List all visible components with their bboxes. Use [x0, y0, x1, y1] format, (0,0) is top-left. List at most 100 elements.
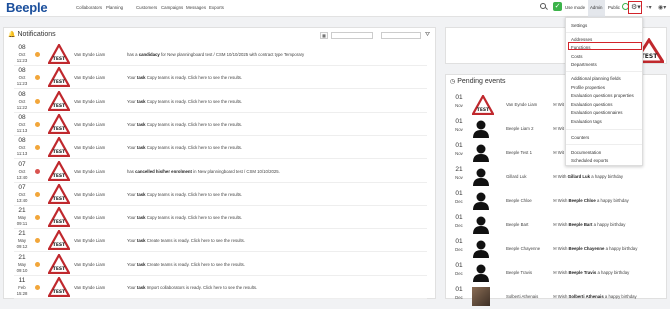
notification-message[interactable]: has cancelled his/her enrolment in New p…: [127, 169, 280, 174]
menu-item-addresses[interactable]: Addresses: [571, 37, 592, 42]
pending-message[interactable]: ✉ Wit: [553, 126, 564, 132]
notification-row[interactable]: 07 Oct 13:40 TEST Van Eynde Liam Your ta…: [4, 183, 437, 206]
notification-user[interactable]: Van Eynde Liam: [74, 75, 105, 80]
notification-message[interactable]: Your task Create teams is ready. Click h…: [127, 262, 245, 267]
notification-message[interactable]: Your task Create teams is ready. Click h…: [127, 238, 245, 243]
menu-item-evaluation-questionnaires[interactable]: Evaluation questionnaires: [571, 110, 623, 115]
menu-item-departments[interactable]: Departments: [571, 62, 597, 67]
notification-time: 09:11: [16, 221, 28, 227]
help-icon[interactable]: ◔▾: [645, 4, 652, 11]
nav-customers[interactable]: Customers: [136, 5, 157, 10]
menu-item-additional-planning-fields[interactable]: Additional planning fields: [571, 76, 621, 81]
pending-user[interactable]: Solberti Athenais: [506, 294, 538, 299]
pending-message[interactable]: ✉ Wish Beeple Bart a happy birthday: [553, 222, 625, 228]
pending-user[interactable]: Beeple Bart: [506, 222, 528, 227]
svg-text:TEST: TEST: [53, 56, 66, 62]
notification-row[interactable]: 08 Oct 11:23 TEST Van Eynde Liam has a c…: [4, 43, 437, 66]
pending-message[interactable]: ✉ Wit: [553, 150, 564, 156]
notification-user[interactable]: Van Eynde Liam: [74, 122, 105, 127]
notification-user[interactable]: Van Eynde Liam: [74, 285, 105, 290]
notification-user[interactable]: Van Eynde Liam: [74, 145, 105, 150]
pending-user[interactable]: Beeple Test 1: [506, 150, 532, 155]
public-tab[interactable]: Public: [608, 5, 620, 10]
person-avatar-icon: [473, 192, 489, 210]
pending-user[interactable]: Beeple Liam 2: [506, 126, 533, 131]
nav-collaborators[interactable]: Collaborators: [76, 5, 102, 10]
notification-row[interactable]: 11 Feb 15:28 TEST Van Eynde Liam Your ta…: [4, 276, 437, 299]
notification-user[interactable]: Van Eynde Liam: [74, 238, 105, 243]
notification-message[interactable]: Your task Copy teams is ready. Click her…: [127, 145, 242, 150]
notification-message[interactable]: Your task Copy teams is ready. Click her…: [127, 215, 242, 220]
pending-event-row[interactable]: 01 Dec Solberti Athenais ✉ Wish Solberti…: [447, 285, 670, 309]
pending-message[interactable]: ✉ Wish Beeple Chloe a happy birthday: [553, 198, 629, 204]
notification-month: Oct: [18, 52, 26, 57]
use-mode-label[interactable]: Use mode: [565, 5, 585, 10]
pending-user[interactable]: Van Eynde Liam: [506, 102, 537, 107]
menu-item-scheduled-exports[interactable]: Scheduled exports: [571, 158, 608, 163]
pending-user[interactable]: Beeple Travis: [506, 270, 532, 275]
pending-user[interactable]: Beeple Chayenne: [506, 246, 540, 251]
menu-item-settings[interactable]: Settings: [571, 23, 587, 28]
notification-user[interactable]: Van Eynde Liam: [74, 215, 105, 220]
pending-event-row[interactable]: 21 Nov Gillard Luk ✉ With Gillard Luk a …: [447, 165, 670, 189]
status-dot: [35, 98, 40, 104]
notification-row[interactable]: 08 Oct 11:22 TEST Van Eynde Liam Your ta…: [4, 90, 437, 113]
notification-time: 11:22: [16, 104, 28, 110]
menu-item-functions[interactable]: Functions: [571, 45, 591, 50]
pending-user[interactable]: Gillard Luk: [506, 174, 527, 179]
notification-row[interactable]: 08 Oct 11:23 TEST Van Eynde Liam Your ta…: [4, 66, 437, 90]
notification-message[interactable]: Your task Copy teams is ready. Click her…: [127, 75, 242, 80]
date-to-input[interactable]: [381, 32, 421, 39]
use-mode-check-icon[interactable]: ✓: [553, 2, 562, 11]
search-icon[interactable]: [540, 3, 546, 9]
pending-event-row[interactable]: 01 Dec Beeple Chloe ✉ Wish Beeple Chloe …: [447, 189, 670, 213]
pending-message[interactable]: ✉ Wish Beeple Chayenne a happy birthday: [553, 246, 637, 252]
date-from-input[interactable]: [331, 32, 373, 39]
notification-row[interactable]: 08 Oct 11:13 TEST Van Eynde Liam Your ta…: [4, 113, 437, 136]
settings-button-highlight[interactable]: ⚙▾: [628, 1, 642, 14]
filter-icon[interactable]: ⛛: [425, 32, 430, 39]
pending-event-row[interactable]: 01 Dec Beeple Travis ✉ Wish Beeple Travi…: [447, 261, 670, 285]
notification-row[interactable]: 08 Oct 11:13 TEST Van Eynde Liam Your ta…: [4, 136, 437, 160]
nav-planning[interactable]: Planning: [106, 5, 123, 10]
nav-exports[interactable]: Exports: [209, 5, 224, 10]
notification-user[interactable]: Van Eynde Liam: [74, 262, 105, 267]
notification-row[interactable]: 21 May 09:10 TEST Van Eynde Liam Your ta…: [4, 253, 437, 276]
menu-item-evaluation-questions-properties[interactable]: Evaluation questions properties: [571, 93, 634, 98]
nav-messages[interactable]: Messages: [186, 5, 206, 10]
notification-month: Feb: [18, 285, 26, 290]
menu-item-costs[interactable]: Costs: [571, 54, 583, 59]
notification-row[interactable]: 07 Oct 13:40 TEST Van Eynde Liam has can…: [4, 160, 437, 183]
menu-item-evaluation-tags[interactable]: Evaluation tags: [571, 119, 602, 124]
menu-item-documentation[interactable]: Documentation: [571, 150, 601, 155]
calendar-icon[interactable]: ▦: [320, 32, 328, 39]
notification-row[interactable]: 21 May 09:12 TEST Van Eynde Liam Your ta…: [4, 229, 437, 253]
user-menu-icon[interactable]: ◉▾: [658, 4, 666, 11]
pending-message[interactable]: ✉ Wit: [553, 102, 564, 108]
pending-user[interactable]: Beeple Chloe: [506, 198, 532, 203]
menu-item-evaluation-questions[interactable]: Evaluation questions: [571, 102, 613, 107]
notification-row[interactable]: 21 May 09:11 TEST Van Eynde Liam Your ta…: [4, 206, 437, 230]
notification-message[interactable]: Your task Copy teams is ready. Click her…: [127, 99, 242, 104]
notification-user[interactable]: Van Eynde Liam: [74, 52, 105, 57]
notification-message[interactable]: Your task Import collaborators is ready.…: [127, 285, 257, 290]
pending-event-row[interactable]: 01 Dec Beeple Bart ✉ Wish Beeple Bart a …: [447, 213, 670, 237]
notification-message[interactable]: Your task Copy teams is ready. Click her…: [127, 122, 242, 127]
notification-user[interactable]: Van Eynde Liam: [74, 169, 105, 174]
pending-day: 01: [455, 190, 463, 197]
menu-item-profile-properties[interactable]: Profile properties: [571, 85, 605, 90]
pending-message[interactable]: ✉ With Gillard Luk a happy birthday: [553, 174, 623, 180]
nav-campaigns[interactable]: Campaigns: [161, 5, 183, 10]
pending-message[interactable]: ✉ Wish Beeple Travis a happy birthday: [553, 270, 629, 276]
pending-message[interactable]: ✉ Wish Solberti Athenais a happy birthda…: [553, 294, 637, 300]
menu-item-counters[interactable]: Counters: [571, 135, 589, 140]
notification-message[interactable]: has a candidacy for New planningboard te…: [127, 52, 304, 57]
app-logo[interactable]: Beeple: [6, 0, 48, 15]
admin-tab[interactable]: Admin: [590, 5, 602, 10]
notification-message[interactable]: Your task Copy teams is ready. Click her…: [127, 192, 242, 197]
person-avatar-icon: [473, 168, 489, 186]
notification-user[interactable]: Van Eynde Liam: [74, 99, 105, 104]
pending-event-row[interactable]: 01 Dec Beeple Chayenne ✉ Wish Beeple Cha…: [447, 237, 670, 261]
notification-time: 11:23: [16, 58, 28, 63]
notification-user[interactable]: Van Eynde Liam: [74, 192, 105, 197]
